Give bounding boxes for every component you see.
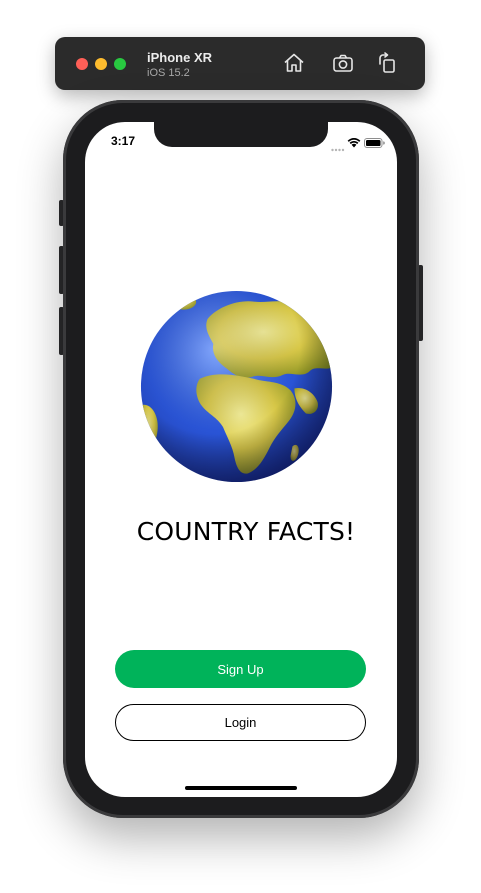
home-indicator[interactable] <box>185 786 297 790</box>
os-version: iOS 15.2 <box>147 67 190 79</box>
device-name: iPhone XR <box>147 50 213 65</box>
sign-up-button[interactable]: Sign Up <box>115 650 366 688</box>
phone-screen: 3:17 COUNTRY FACTS! Sign Up Login <box>85 122 397 797</box>
home-icon[interactable] <box>282 51 306 75</box>
battery-icon <box>364 135 385 148</box>
wifi-icon <box>347 135 361 148</box>
camera-icon[interactable] <box>331 51 355 75</box>
zoom-window-button[interactable] <box>114 58 126 70</box>
status-time: 3:17 <box>111 134 136 148</box>
cellular-signal-icon <box>331 139 345 152</box>
close-window-button[interactable] <box>76 58 88 70</box>
simulator-toolbar: iPhone XR iOS 15.2 <box>55 37 425 90</box>
app-title: COUNTRY FACTS! <box>136 517 356 546</box>
earth-globe-icon <box>140 290 333 483</box>
rotate-icon[interactable] <box>375 51 399 75</box>
minimize-window-button[interactable] <box>95 58 107 70</box>
notch <box>154 122 328 147</box>
login-button[interactable]: Login <box>115 704 366 741</box>
